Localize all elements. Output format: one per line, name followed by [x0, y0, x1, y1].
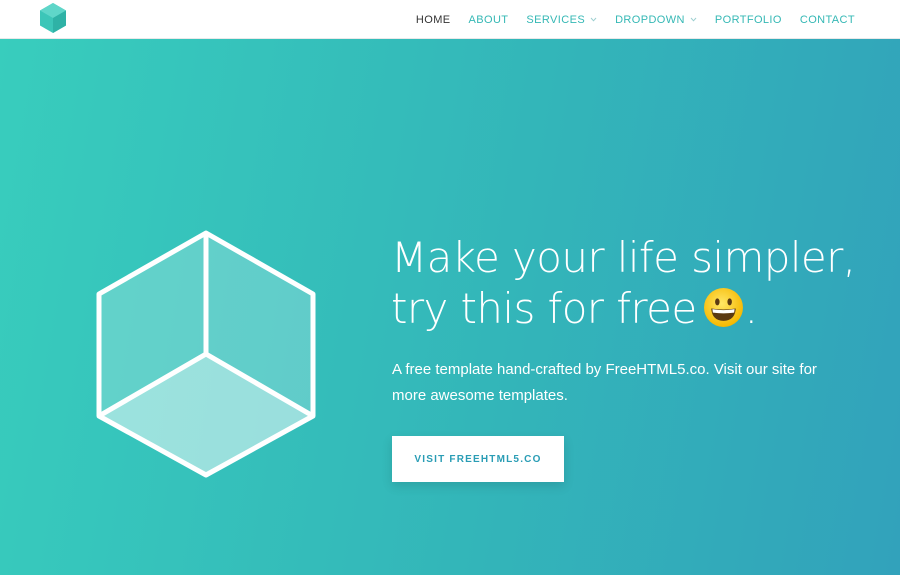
nav-item-label: HOME [415, 13, 451, 26]
cube-icon [96, 230, 316, 478]
nav-item-home[interactable]: HOME [416, 14, 451, 26]
chevron-down-icon [690, 17, 697, 22]
navbar: HOME ABOUT SERVICES DROPDOWN PORTFOLIO C… [0, 0, 900, 39]
grinning-face-emoji-icon [703, 288, 743, 327]
nav-item-about[interactable]: ABOUT [469, 14, 509, 26]
nav-item-label: SERVICES [526, 13, 586, 26]
nav-item-label: DROPDOWN [615, 13, 685, 26]
visit-freehtml5-button[interactable]: VISIT FREEHTML5.CO [392, 436, 564, 482]
hero-section: Make your life simpler, try this for fre… [0, 39, 900, 575]
nav-menu: HOME ABOUT SERVICES DROPDOWN PORTFOLIO C… [416, 0, 855, 39]
chevron-down-icon [590, 17, 597, 22]
logo-icon[interactable] [38, 2, 68, 34]
hero-title-line1: Make your life simpler, [391, 233, 856, 282]
hero-title-period: . [744, 284, 758, 333]
hero-title: Make your life simpler, try this for fre… [391, 232, 871, 334]
nav-item-services[interactable]: SERVICES [526, 14, 597, 26]
nav-item-dropdown[interactable]: DROPDOWN [615, 14, 697, 26]
nav-item-portfolio[interactable]: PORTFOLIO [715, 14, 782, 26]
nav-item-label: ABOUT [468, 13, 509, 26]
hero-title-line2: try this for free [391, 284, 697, 333]
nav-item-label: CONTACT [799, 13, 855, 26]
nav-item-label: PORTFOLIO [714, 13, 782, 26]
hero-description: A free template hand-crafted by FreeHTML… [392, 361, 817, 404]
nav-item-contact[interactable]: CONTACT [800, 14, 855, 26]
